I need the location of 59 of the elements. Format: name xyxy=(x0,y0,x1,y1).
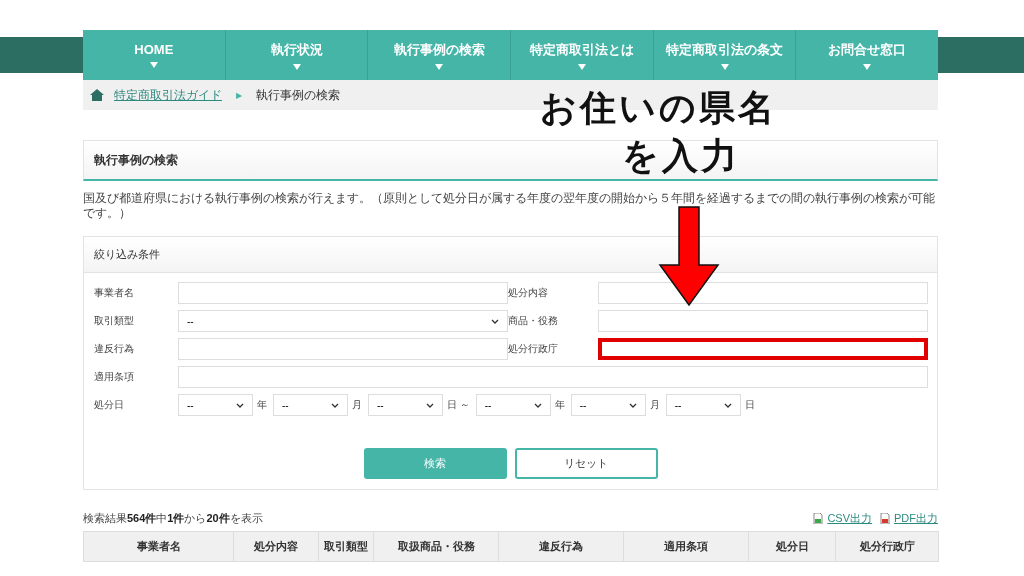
date-unit-label: 月 xyxy=(352,398,362,412)
breadcrumb-link[interactable]: 特定商取引法ガイド xyxy=(114,86,222,104)
field-label: 処分行政庁 xyxy=(508,342,559,356)
page-heading: 執行事例の検索 xyxy=(94,151,178,169)
select-field[interactable]: -- xyxy=(570,394,646,416)
results-summary: 検索結果564件中1件から20件を表示 xyxy=(83,510,263,526)
export-link[interactable]: PDF出力 xyxy=(880,510,938,526)
field-label: 商品・役務 xyxy=(508,314,559,328)
caret-icon xyxy=(863,63,872,70)
select-field[interactable]: -- xyxy=(368,394,443,416)
column-header: 取扱商品・役務 xyxy=(373,531,499,562)
select-field[interactable]: -- xyxy=(273,394,348,416)
column-header: 処分内容 xyxy=(233,531,319,562)
field-label: 処分内容 xyxy=(508,286,549,300)
select-field[interactable]: -- xyxy=(475,394,551,416)
home-icon xyxy=(90,89,104,101)
annotation-text: お住いの県名 xyxy=(540,86,777,130)
date-unit-label: 日 ～ xyxy=(447,398,470,412)
chevron-down-icon xyxy=(491,318,499,324)
caret-icon xyxy=(577,63,586,70)
date-unit-label: 日 xyxy=(744,398,755,412)
column-header: 取引類型 xyxy=(318,531,374,562)
breadcrumb-separator: ▶ xyxy=(236,90,242,100)
chevron-down-icon xyxy=(628,402,637,408)
caret-icon xyxy=(149,62,158,68)
reset-button[interactable]: リセット xyxy=(514,448,658,479)
select-field[interactable]: -- xyxy=(665,394,741,416)
export-link[interactable]: CSV出力 xyxy=(813,510,872,526)
chevron-down-icon xyxy=(426,402,434,408)
caret-icon xyxy=(435,63,444,70)
caret-icon xyxy=(720,63,729,70)
chevron-down-icon xyxy=(331,402,339,408)
column-header: 処分行政庁 xyxy=(835,531,939,562)
field-label: 違反行為 xyxy=(94,342,135,356)
chevron-down-icon xyxy=(236,402,244,408)
search-button[interactable]: 検索 xyxy=(363,448,507,479)
field-label: 処分日 xyxy=(94,398,125,412)
date-unit-label: 年 xyxy=(554,398,565,412)
breadcrumb-current: 執行事例の検索 xyxy=(256,86,340,104)
arrow-down-icon xyxy=(658,206,720,306)
field-label: 取引類型 xyxy=(94,314,135,328)
column-header: 違反行為 xyxy=(498,531,624,562)
caret-icon xyxy=(292,63,301,70)
column-header: 適用条項 xyxy=(623,531,749,562)
select-field[interactable]: -- xyxy=(178,310,508,332)
field-label: 適用条項 xyxy=(94,370,135,384)
select-field[interactable]: -- xyxy=(178,394,253,416)
date-unit-label: 月 xyxy=(649,398,660,412)
chevron-down-icon xyxy=(533,402,542,408)
column-header: 事業者名 xyxy=(83,531,234,562)
document-icon xyxy=(880,512,890,524)
chevron-down-icon xyxy=(723,402,732,408)
column-header: 処分日 xyxy=(748,531,836,562)
input-field[interactable] xyxy=(598,338,928,360)
field-label: 事業者名 xyxy=(94,286,135,300)
annotation-text: を入力 xyxy=(622,134,740,178)
document-icon xyxy=(813,512,824,524)
description-text: 国及び都道府県における執行事例の検索が行えます。（原則として処分日が属する年度の翌年度の開始から５年間を経過するまでの間の執行事例の検索が可能です。） xyxy=(83,191,935,220)
date-unit-label: 年 xyxy=(257,398,267,412)
